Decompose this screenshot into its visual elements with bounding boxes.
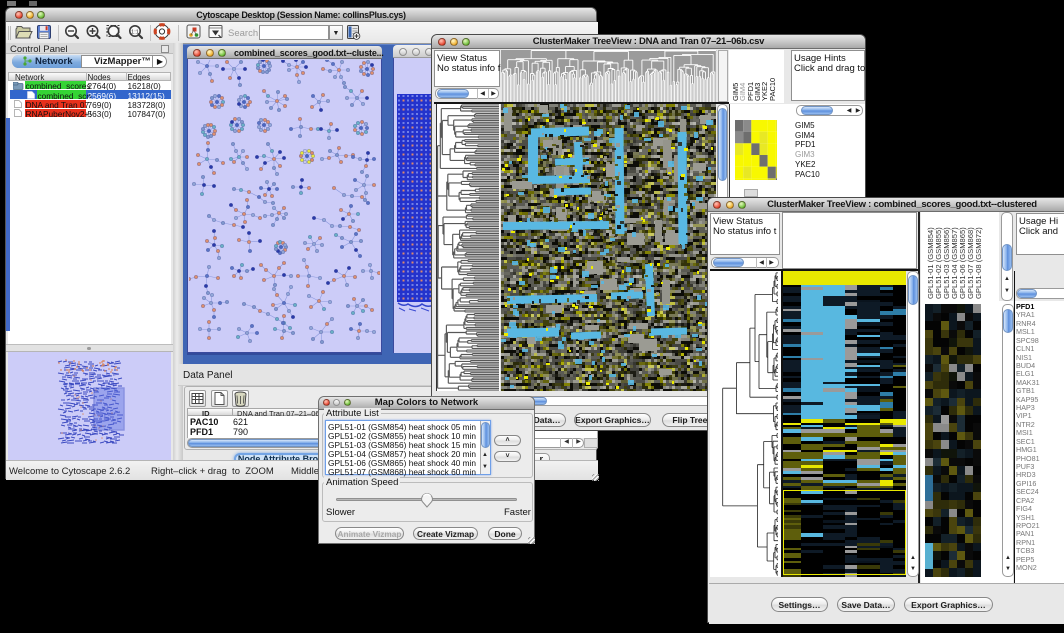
- svg-text:1:1: 1:1: [131, 29, 139, 35]
